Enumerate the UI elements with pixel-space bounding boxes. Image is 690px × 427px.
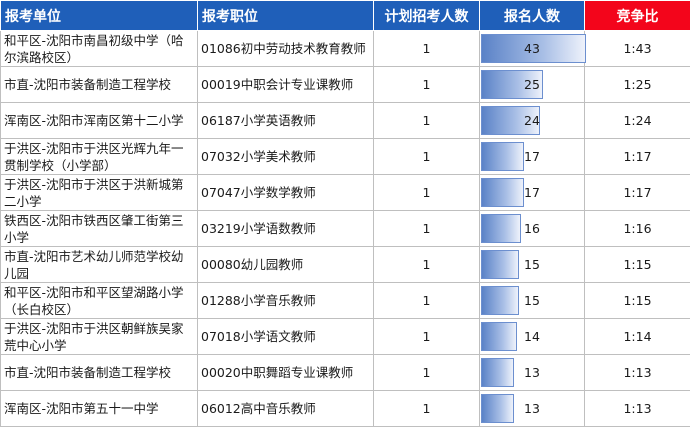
header-applicants[interactable]: 报名人数 xyxy=(479,0,585,31)
cell-applicants[interactable]: 17 xyxy=(479,174,585,211)
cell-position[interactable]: 07018小学语文教师 xyxy=(197,318,374,355)
applicants-value: 13 xyxy=(524,401,540,416)
header-ratio[interactable]: 竞争比 xyxy=(584,0,690,31)
spreadsheet-view: 报考单位 报考职位 计划招考人数 报名人数 竞争比 和平区-沈阳市南昌初级中学（… xyxy=(0,0,690,427)
cell-unit[interactable]: 和平区-沈阳市南昌初级中学（哈尔滨路校区） xyxy=(0,30,198,67)
applicants-value: 15 xyxy=(524,293,540,308)
cell-position[interactable]: 06187小学英语教师 xyxy=(197,102,374,139)
table-row: 铁西区-沈阳市铁西区肇工街第三小学 03219小学语数教师 1 16 1:16 xyxy=(0,210,690,247)
cell-unit[interactable]: 市直-沈阳市装备制造工程学校 xyxy=(0,354,198,391)
cell-ratio[interactable]: 1:17 xyxy=(584,138,690,175)
cell-unit[interactable]: 于洪区-沈阳市于洪区朝鲜族吴家荒中心小学 xyxy=(0,318,198,355)
cell-applicants[interactable]: 16 xyxy=(479,210,585,247)
header-unit[interactable]: 报考单位 xyxy=(0,0,198,31)
header-row: 报考单位 报考职位 计划招考人数 报名人数 竞争比 xyxy=(0,0,690,31)
table-row: 浑南区-沈阳市第五十一中学 06012高中音乐教师 1 13 1:13 xyxy=(0,390,690,427)
cell-applicants[interactable]: 14 xyxy=(479,318,585,355)
cell-plan[interactable]: 1 xyxy=(373,282,480,319)
cell-ratio[interactable]: 1:13 xyxy=(584,354,690,391)
cell-unit[interactable]: 市直-沈阳市装备制造工程学校 xyxy=(0,66,198,103)
applicants-value: 16 xyxy=(524,221,540,236)
table-body: 和平区-沈阳市南昌初级中学（哈尔滨路校区） 01086初中劳动技术教育教师 1 43 1… xyxy=(0,30,690,427)
table-row: 于洪区-沈阳市于洪区光辉九年一贯制学校（小学部） 07032小学美术教师 1 17 1:… xyxy=(0,138,690,175)
table-row: 浑南区-沈阳市浑南区第十二小学 06187小学英语教师 1 24 1:24 xyxy=(0,102,690,139)
data-bar xyxy=(481,142,524,171)
cell-applicants[interactable]: 25 xyxy=(479,66,585,103)
cell-unit[interactable]: 和平区-沈阳市和平区望湖路小学（长白校区） xyxy=(0,282,198,319)
applicants-value: 15 xyxy=(524,257,540,272)
cell-unit[interactable]: 浑南区-沈阳市浑南区第十二小学 xyxy=(0,102,198,139)
applicants-value: 13 xyxy=(524,365,540,380)
cell-applicants[interactable]: 13 xyxy=(479,354,585,391)
data-bar xyxy=(481,178,524,207)
cell-plan[interactable]: 1 xyxy=(373,246,480,283)
cell-unit[interactable]: 浑南区-沈阳市第五十一中学 xyxy=(0,390,198,427)
cell-unit[interactable]: 铁西区-沈阳市铁西区肇工街第三小学 xyxy=(0,210,198,247)
table-row: 和平区-沈阳市和平区望湖路小学（长白校区） 01288小学音乐教师 1 15 1:15 xyxy=(0,282,690,319)
cell-plan[interactable]: 1 xyxy=(373,66,480,103)
header-position[interactable]: 报考职位 xyxy=(197,0,374,31)
cell-ratio[interactable]: 1:25 xyxy=(584,66,690,103)
cell-position[interactable]: 00019中职会计专业课教师 xyxy=(197,66,374,103)
header-plan[interactable]: 计划招考人数 xyxy=(373,0,480,31)
cell-position[interactable]: 06012高中音乐教师 xyxy=(197,390,374,427)
table-row: 市直-沈阳市装备制造工程学校 00019中职会计专业课教师 1 25 1:25 xyxy=(0,66,690,103)
cell-plan[interactable]: 1 xyxy=(373,30,480,67)
cell-applicants[interactable]: 43 xyxy=(479,30,586,67)
cell-ratio[interactable]: 1:24 xyxy=(584,102,690,139)
table-row: 于洪区-沈阳市于洪区朝鲜族吴家荒中心小学 07018小学语文教师 1 14 1:14 xyxy=(0,318,690,355)
cell-position[interactable]: 03219小学语数教师 xyxy=(197,210,374,247)
cell-position[interactable]: 01288小学音乐教师 xyxy=(197,282,374,319)
cell-position[interactable]: 01086初中劳动技术教育教师 xyxy=(197,30,374,67)
cell-ratio[interactable]: 1:17 xyxy=(584,174,690,211)
data-bar xyxy=(481,214,521,243)
cell-ratio[interactable]: 1:16 xyxy=(584,210,690,247)
cell-applicants[interactable]: 13 xyxy=(479,390,585,427)
cell-ratio[interactable]: 1:43 xyxy=(584,30,690,67)
cell-unit[interactable]: 于洪区-沈阳市于洪区于洪新城第二小学 xyxy=(0,174,198,211)
cell-plan[interactable]: 1 xyxy=(373,354,480,391)
cell-plan[interactable]: 1 xyxy=(373,210,480,247)
cell-position[interactable]: 07032小学美术教师 xyxy=(197,138,374,175)
data-bar xyxy=(481,286,519,315)
cell-ratio[interactable]: 1:15 xyxy=(584,246,690,283)
cell-ratio[interactable]: 1:13 xyxy=(584,390,690,427)
cell-plan[interactable]: 1 xyxy=(373,102,480,139)
cell-position[interactable]: 00080幼儿园教师 xyxy=(197,246,374,283)
table-row: 和平区-沈阳市南昌初级中学（哈尔滨路校区） 01086初中劳动技术教育教师 1 43 1… xyxy=(0,30,690,67)
data-bar xyxy=(481,394,514,423)
cell-ratio[interactable]: 1:15 xyxy=(584,282,690,319)
data-bar xyxy=(481,322,517,351)
table-row: 市直-沈阳市装备制造工程学校 00020中职舞蹈专业课教师 1 13 1:13 xyxy=(0,354,690,391)
cell-applicants[interactable]: 24 xyxy=(479,102,585,139)
cell-applicants[interactable]: 15 xyxy=(479,246,585,283)
cell-plan[interactable]: 1 xyxy=(373,390,480,427)
cell-plan[interactable]: 1 xyxy=(373,138,480,175)
applicants-value: 14 xyxy=(524,329,540,344)
applicants-value: 43 xyxy=(524,41,540,56)
cell-ratio[interactable]: 1:14 xyxy=(584,318,690,355)
cell-applicants[interactable]: 15 xyxy=(479,282,585,319)
applicants-value: 17 xyxy=(524,185,540,200)
cell-position[interactable]: 00020中职舞蹈专业课教师 xyxy=(197,354,374,391)
cell-unit[interactable]: 于洪区-沈阳市于洪区光辉九年一贯制学校（小学部） xyxy=(0,138,198,175)
cell-plan[interactable]: 1 xyxy=(373,318,480,355)
applicants-value: 17 xyxy=(524,149,540,164)
cell-plan[interactable]: 1 xyxy=(373,174,480,211)
data-bar xyxy=(481,250,519,279)
table-row: 于洪区-沈阳市于洪区于洪新城第二小学 07047小学数学教师 1 17 1:17 xyxy=(0,174,690,211)
applicants-value: 24 xyxy=(524,113,540,128)
table-row: 市直-沈阳市艺术幼儿师范学校幼儿园 00080幼儿园教师 1 15 1:15 xyxy=(0,246,690,283)
cell-position[interactable]: 07047小学数学教师 xyxy=(197,174,374,211)
applicants-value: 25 xyxy=(524,77,540,92)
cell-applicants[interactable]: 17 xyxy=(479,138,585,175)
cell-unit[interactable]: 市直-沈阳市艺术幼儿师范学校幼儿园 xyxy=(0,246,198,283)
data-bar xyxy=(481,358,514,387)
recruitment-table: 报考单位 报考职位 计划招考人数 报名人数 竞争比 和平区-沈阳市南昌初级中学（… xyxy=(0,0,690,427)
